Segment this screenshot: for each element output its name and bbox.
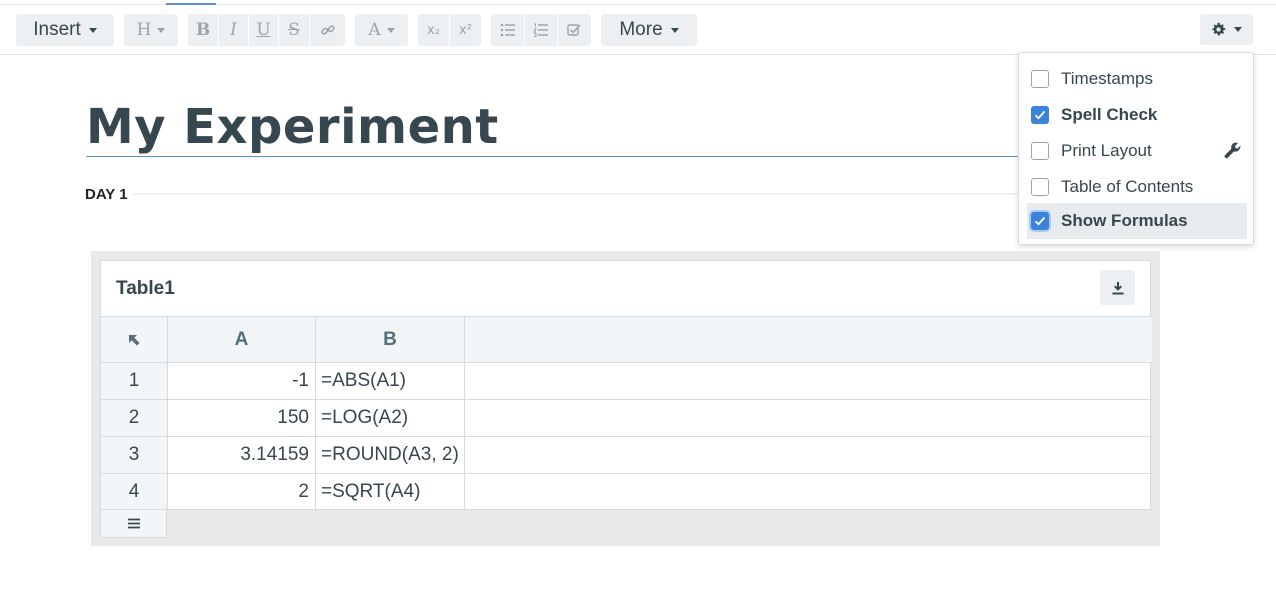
column-header-a[interactable]: A [168,317,316,362]
settings-button[interactable] [1200,14,1253,45]
table-row: 1 -1 =ABS(A1) [101,362,1152,399]
menu-icon [127,518,140,529]
menu-item-label: Print Layout [1061,141,1152,160]
settings-dropdown: Timestamps Spell Check Print Layout Tabl… [1018,52,1254,245]
spreadsheet-table: Table1 A B 1 -1 =ABS(A1) 2 150 =LOG(A2) … [100,260,1152,510]
menu-item-spell-check[interactable]: Spell Check [1027,97,1247,133]
empty-row-area [465,363,1152,399]
empty-row-area [465,474,1152,509]
checklist-icon [567,24,581,36]
heading-glyph: H [136,20,152,40]
numbered-list-icon [533,23,548,37]
link-icon [320,25,335,35]
download-button[interactable] [1100,270,1135,305]
strikethrough-button[interactable]: S [278,14,309,46]
bullet-list-button[interactable] [491,14,524,46]
column-header-row: A B [101,316,1152,362]
title-underline [86,156,1026,157]
menu-item-label: Show Formulas [1061,211,1188,230]
print-layout-checkbox[interactable] [1031,142,1049,160]
cell-b2[interactable]: =LOG(A2) [316,400,465,436]
table-row: 3 3.14159 =ROUND(A3, 2) [101,436,1152,473]
select-all-button[interactable] [101,317,168,362]
column-header-b[interactable]: B [316,317,465,362]
font-color-glyph: A [368,20,381,40]
table-menu-button[interactable] [100,510,167,538]
cell-a1[interactable]: -1 [168,363,316,399]
section-divider [133,193,1033,195]
underline-button[interactable]: U [248,14,278,46]
italic-button[interactable]: I [218,14,248,46]
download-icon [1112,281,1123,294]
link-button[interactable] [309,14,345,46]
cell-b4[interactable]: =SQRT(A4) [316,474,465,509]
gear-icon [1212,22,1226,36]
checklist-button[interactable] [557,14,591,46]
cell-b3[interactable]: =ROUND(A3, 2) [316,437,465,473]
text-style-group: B I U S [188,14,345,46]
wrench-icon[interactable] [1223,141,1243,161]
numbered-list-button[interactable] [524,14,557,46]
chevron-down-icon [670,27,679,33]
menu-item-table-of-contents[interactable]: Table of Contents [1027,169,1247,205]
cell-a4[interactable]: 2 [168,474,316,509]
cell-a3[interactable]: 3.14159 [168,437,316,473]
menu-item-label: Spell Check [1061,105,1158,124]
cell-a2[interactable]: 150 [168,400,316,436]
table-of-contents-checkbox[interactable] [1031,178,1049,196]
bold-button[interactable]: B [188,14,218,46]
menu-item-label: Timestamps [1061,69,1153,88]
more-label: More [619,19,663,40]
menu-item-show-formulas[interactable]: Show Formulas [1027,203,1247,239]
bullet-list-icon [500,23,515,37]
checkmark-icon [1034,110,1046,120]
show-formulas-checkbox[interactable] [1031,212,1049,230]
spell-check-checkbox[interactable] [1031,106,1049,124]
timestamps-checkbox[interactable] [1031,70,1049,88]
table-row: 4 2 =SQRT(A4) [101,473,1152,510]
chevron-down-icon [1234,27,1242,32]
editor-toolbar: Insert H B I U S A x₂ x² More [0,5,1276,55]
script-group: x₂ x² [418,14,481,46]
chevron-down-icon [386,27,395,33]
cell-b1[interactable]: =ABS(A1) [316,363,465,399]
menu-item-timestamps[interactable]: Timestamps [1027,61,1247,97]
empty-row-area [465,400,1152,436]
page-title[interactable]: My Experiment [86,99,499,155]
insert-label: Insert [33,19,81,40]
row-index[interactable]: 3 [101,437,168,473]
table-row: 2 150 =LOG(A2) [101,399,1152,436]
menu-item-label: Table of Contents [1061,177,1194,196]
section-heading[interactable]: DAY 1 [85,186,128,203]
font-color-button[interactable]: A [355,14,408,46]
insert-button[interactable]: Insert [16,14,114,46]
more-button[interactable]: More [601,14,697,46]
list-group [491,14,591,46]
chevron-down-icon [88,27,97,33]
row-index[interactable]: 4 [101,474,168,509]
empty-header-area [465,317,1152,362]
row-index[interactable]: 1 [101,363,168,399]
subscript-button[interactable]: x₂ [418,14,449,46]
superscript-button[interactable]: x² [449,14,481,46]
chevron-down-icon [157,27,166,33]
menu-item-print-layout[interactable]: Print Layout [1027,133,1247,169]
row-index[interactable]: 2 [101,400,168,436]
empty-row-area [465,437,1152,473]
table-title[interactable]: Table1 [116,278,175,300]
select-all-icon [129,334,140,345]
table-container: Table1 A B 1 -1 =ABS(A1) 2 150 =LOG(A2) … [91,251,1160,546]
heading-button[interactable]: H [124,14,178,46]
checkmark-icon [1034,216,1046,226]
